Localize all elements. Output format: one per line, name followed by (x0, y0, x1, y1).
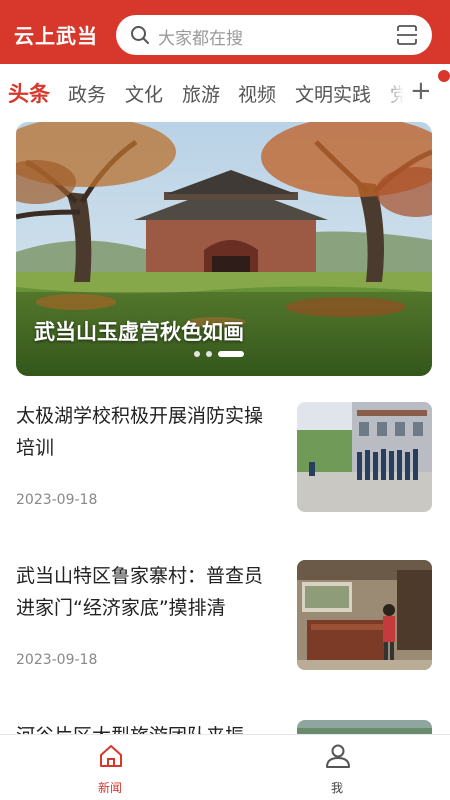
news-title: 太极湖学校积极开展消防实操培训 (16, 405, 264, 459)
nav-news[interactable]: 新闻 (60, 735, 160, 800)
carousel-dot (194, 351, 200, 357)
search-icon (131, 26, 149, 44)
tab-travel[interactable]: 旅游 (182, 80, 220, 107)
channel-tabs: 头条 政务 文化 旅游 视频 文明实践 党 + (0, 64, 450, 120)
tab-headline[interactable]: 头条 (8, 78, 50, 108)
nav-label-me: 我 (330, 781, 343, 795)
carousel-dot (206, 351, 212, 357)
news-item[interactable]: 武当山特区鲁家寨村：普查员进家门“经济家底”摸排清 2023-09-18 (0, 560, 450, 672)
banner-title: 武当山玉虚宫秋色如画 (34, 320, 244, 344)
news-title: 武当山特区鲁家寨村：普查员进家门“经济家底”摸排清 (16, 565, 264, 619)
search-placeholder: 大家都在搜 (158, 29, 243, 49)
tab-government[interactable]: 政务 (68, 80, 106, 107)
add-channel-icon[interactable]: + (410, 76, 432, 106)
search-bar[interactable]: 大家都在搜 (116, 15, 432, 55)
tab-video[interactable]: 视频 (238, 80, 276, 107)
notification-dot (438, 70, 450, 82)
carousel-dot-active (218, 351, 244, 357)
app-header: 云上武当 大家都在搜 (0, 0, 450, 64)
news-thumbnail (297, 560, 432, 670)
user-icon (326, 744, 350, 768)
news-date: 2023-09-18 (16, 492, 98, 508)
tab-culture[interactable]: 文化 (125, 80, 163, 107)
bottom-nav: 新闻 我 (0, 734, 450, 800)
news-thumbnail (297, 402, 432, 512)
news-item[interactable]: 太极湖学校积极开展消防实操培训 2023-09-18 (0, 400, 450, 512)
tabs-fade (380, 64, 410, 120)
nav-label-news: 新闻 (97, 781, 122, 795)
carousel-indicator (194, 349, 274, 359)
nav-me[interactable]: 我 (287, 735, 387, 800)
tab-civilization-practice[interactable]: 文明实践 (295, 80, 371, 107)
news-date: 2023-09-18 (16, 652, 98, 668)
home-icon (100, 745, 122, 767)
scan-icon[interactable] (396, 24, 418, 46)
banner-carousel[interactable]: 武当山玉虚宫秋色如画 (16, 122, 432, 376)
app-title: 云上武当 (14, 24, 98, 48)
